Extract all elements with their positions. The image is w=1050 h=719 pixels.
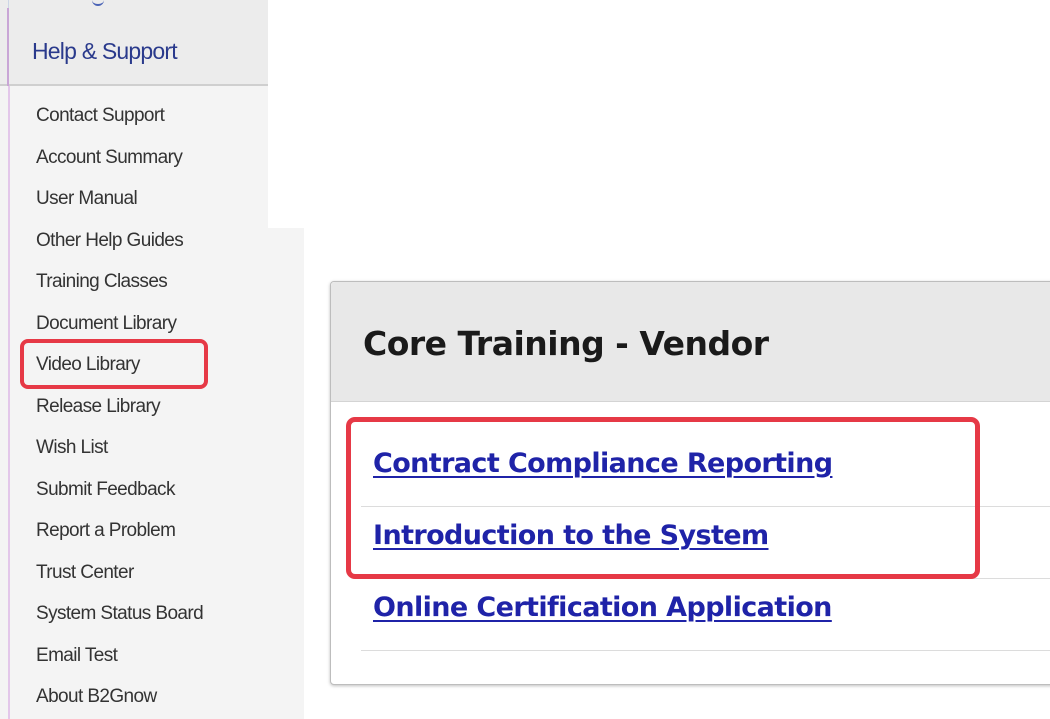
menu-item-document-library[interactable]: Document Library (36, 303, 203, 345)
menu-item-user-manual[interactable]: User Manual (36, 178, 203, 220)
help-menu-accent (8, 86, 10, 719)
menu-header-accent (7, 8, 9, 86)
menu-top-edge (0, 0, 268, 8)
help-support-header[interactable]: Help & Support (0, 8, 268, 86)
menu-item-contact-support[interactable]: Contact Support (36, 95, 203, 137)
help-menu-body-extension (268, 228, 304, 719)
page: Help & Support Contact Support Account S… (0, 0, 1050, 719)
menu-item-system-status-board[interactable]: System Status Board (36, 593, 204, 635)
link-online-certification-application[interactable]: Online Certification Application (373, 592, 832, 623)
training-link-row: Contract Compliance Reporting (361, 434, 1050, 507)
menu-item-account-summary[interactable]: Account Summary (36, 137, 203, 179)
help-support-title: Help & Support (32, 38, 178, 64)
menu-item-training-classes[interactable]: Training Classes (36, 261, 203, 303)
link-introduction-to-the-system[interactable]: Introduction to the System (373, 520, 769, 551)
menu-item-about-b2gnow[interactable]: About B2Gnow (36, 676, 203, 718)
help-menu-list: Contact Support Account Summary User Man… (36, 95, 204, 718)
menu-item-wish-list[interactable]: Wish List (36, 427, 203, 469)
menu-item-other-help-guides[interactable]: Other Help Guides (36, 220, 203, 262)
panel-header: Core Training - Vendor (331, 282, 1050, 402)
training-link-row: Online Certification Application (361, 578, 1050, 651)
menu-item-email-test[interactable]: Email Test (36, 635, 203, 677)
menu-item-trust-center[interactable]: Trust Center (36, 552, 203, 594)
menu-item-report-a-problem[interactable]: Report a Problem (36, 510, 203, 552)
link-contract-compliance-reporting[interactable]: Contract Compliance Reporting (373, 448, 833, 479)
menu-item-release-library[interactable]: Release Library (36, 386, 203, 428)
menu-item-video-library[interactable]: Video Library (36, 344, 203, 386)
training-link-row: Introduction to the System (361, 506, 1050, 579)
menu-item-submit-feedback[interactable]: Submit Feedback (36, 469, 203, 511)
panel-title: Core Training - Vendor (363, 324, 769, 363)
core-training-panel: Core Training - Vendor Contract Complian… (330, 281, 1050, 685)
menu-top-divider (8, 0, 9, 8)
